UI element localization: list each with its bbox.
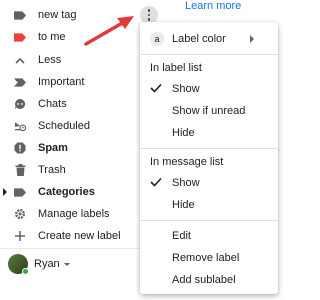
sidebar-item-create-new-label[interactable]: Create new label bbox=[0, 225, 150, 247]
sidebar-item-spam[interactable]: Spam 5 bbox=[0, 137, 150, 159]
message-list-show-item[interactable]: Show bbox=[140, 172, 278, 194]
more-vert-icon-dot bbox=[147, 18, 151, 21]
sidebar-item-label: Create new label bbox=[38, 230, 121, 242]
remove-label-item[interactable]: Remove label bbox=[140, 247, 278, 269]
menu-item-label: Hide bbox=[172, 199, 195, 211]
edit-label-item[interactable]: Edit bbox=[140, 225, 278, 247]
sidebar-item-important[interactable]: Important bbox=[0, 71, 150, 93]
checkmark-icon bbox=[150, 83, 162, 93]
gear-icon bbox=[14, 208, 26, 220]
annotation-arrow bbox=[84, 16, 134, 46]
background-divider bbox=[278, 150, 280, 151]
label-options-menu: a Label color In label list Show Show if… bbox=[140, 22, 278, 294]
label-tag-icon bbox=[14, 31, 26, 43]
sidebar-item-label: Important bbox=[38, 76, 85, 88]
sidebar-item-label: Trash bbox=[38, 164, 66, 176]
add-sublabel-item[interactable]: Add sublabel bbox=[140, 269, 278, 291]
in-label-list-header: In label list bbox=[150, 62, 202, 74]
label-list-show-item[interactable]: Show bbox=[140, 78, 278, 100]
sidebar-item-categories[interactable]: Categories bbox=[0, 181, 150, 203]
spam-icon bbox=[14, 142, 26, 154]
label-tag-icon bbox=[14, 9, 26, 21]
learn-more-link[interactable]: Learn more bbox=[185, 0, 241, 12]
label-color-item[interactable]: a Label color bbox=[140, 28, 278, 50]
sidebar-item-manage-labels[interactable]: Manage labels bbox=[0, 203, 150, 225]
avatar bbox=[8, 254, 29, 275]
menu-item-label: Remove label bbox=[172, 252, 240, 264]
menu-item-label: Edit bbox=[172, 230, 191, 242]
menu-item-label: Show if unread bbox=[172, 105, 246, 117]
label-color-chip: a bbox=[150, 32, 164, 46]
menu-item-label: Show bbox=[172, 83, 200, 95]
label-list-hide-item[interactable]: Hide bbox=[140, 122, 278, 144]
message-list-hide-item[interactable]: Hide bbox=[140, 194, 278, 216]
submenu-arrow-icon bbox=[250, 35, 254, 43]
label-list-show-if-unread-item[interactable]: Show if unread bbox=[140, 100, 278, 122]
chat-icon bbox=[14, 98, 26, 110]
trash-icon bbox=[14, 164, 26, 176]
sidebar-item-trash[interactable]: Trash bbox=[0, 159, 150, 181]
menu-item-label: Add sublabel bbox=[172, 274, 236, 286]
plus-icon bbox=[14, 230, 26, 242]
chevron-up-icon bbox=[14, 54, 26, 66]
caret-down-icon bbox=[63, 262, 70, 266]
in-message-list-header: In message list bbox=[150, 156, 224, 168]
menu-item-label: Label color bbox=[172, 33, 226, 45]
menu-divider bbox=[140, 148, 278, 149]
account-switcher[interactable]: Ryan bbox=[8, 252, 70, 276]
menu-item-label: Hide bbox=[172, 127, 195, 139]
sidebar-item-scheduled[interactable]: Scheduled bbox=[0, 115, 150, 137]
menu-item-label: Show bbox=[172, 177, 200, 189]
scheduled-icon bbox=[14, 120, 26, 132]
online-status-dot bbox=[22, 268, 29, 275]
sidebar-item-label: Chats bbox=[38, 98, 67, 110]
divider bbox=[0, 248, 150, 249]
sidebar-item-label: Less bbox=[38, 54, 62, 66]
label-tag-icon bbox=[14, 186, 26, 198]
sidebar-item-label: Categories bbox=[38, 186, 95, 198]
sidebar-item-label: new tag bbox=[38, 9, 77, 21]
menu-divider bbox=[140, 54, 278, 55]
sidebar-item-label: Scheduled bbox=[38, 120, 90, 132]
sidebar-item-label: Manage labels bbox=[38, 208, 110, 220]
more-vert-icon-dot bbox=[147, 9, 151, 12]
important-icon bbox=[14, 76, 26, 88]
expand-arrow-icon[interactable] bbox=[3, 188, 7, 196]
menu-divider bbox=[140, 220, 278, 221]
sidebar-item-chats[interactable]: Chats bbox=[0, 93, 150, 115]
sidebar-item-label: to me bbox=[38, 31, 66, 43]
sidebar-item-label: Spam bbox=[38, 142, 68, 154]
account-name: Ryan bbox=[34, 258, 60, 270]
sidebar-item-less[interactable]: Less bbox=[0, 49, 150, 71]
more-vert-icon-dot bbox=[147, 13, 151, 17]
checkmark-icon bbox=[150, 177, 162, 187]
